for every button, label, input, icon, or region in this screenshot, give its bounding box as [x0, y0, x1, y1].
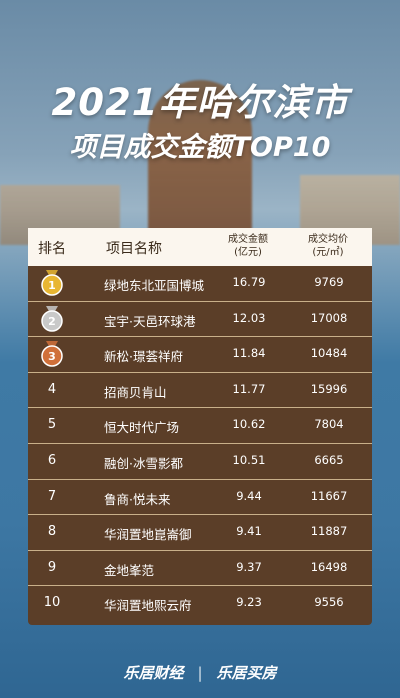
deal-amount: 9.37 — [236, 559, 262, 574]
column-header-price: 成交均价 (元/㎡) — [298, 233, 358, 259]
table-row: 3 新松·璟荟祥府 11.84 10484 — [28, 337, 372, 373]
brand-logo-lejucaijing: 乐居财经 — [123, 664, 184, 682]
page-title: 2021年哈尔滨市 — [51, 81, 349, 124]
deal-amount: 9.44 — [236, 488, 262, 503]
table-row: 7 鲁商·悦未来 9.44 11667 — [28, 480, 372, 516]
average-price: 11667 — [310, 488, 348, 503]
average-price: 10484 — [310, 346, 348, 361]
rank-number: 10 — [43, 595, 61, 611]
project-name: 金地峯范 — [104, 562, 155, 578]
deal-amount: 11.84 — [232, 346, 266, 361]
page-subtitle: 项目成交金额TOP10 — [69, 132, 331, 163]
rank-number: 4 — [47, 381, 57, 397]
rank-number: 7 — [47, 488, 57, 504]
svg-text:1: 1 — [48, 279, 56, 292]
table-row: 2 宝宇·天邑环球港 12.03 17008 — [28, 302, 372, 338]
average-price: 16498 — [310, 559, 348, 574]
table-header: 排名 项目名称 成交金额 (亿元) 成交均价 (元/㎡) — [28, 228, 372, 266]
deal-amount: 10.51 — [232, 452, 266, 467]
deal-amount: 12.03 — [232, 310, 266, 325]
average-price: 9556 — [314, 595, 344, 610]
project-name: 招商贝肯山 — [104, 384, 167, 400]
average-price: 15996 — [310, 381, 348, 396]
svg-text:3: 3 — [48, 350, 56, 363]
deal-amount: 11.77 — [232, 381, 266, 396]
silver-medal-icon: 2 — [40, 305, 64, 332]
brand-logo-lejumaifang: 乐居买房 — [216, 664, 277, 682]
bronze-medal-icon: 3 — [40, 341, 64, 367]
deal-amount: 9.23 — [236, 595, 262, 610]
average-price: 11887 — [310, 524, 348, 539]
project-name: 鲁商·悦未来 — [104, 491, 171, 507]
table-body: 1 绿地东北亚国博城 16.79 9769 2 宝宇·天邑环球港 12.03 17008 3 新松… — [28, 266, 372, 625]
project-name: 绿地东北亚国博城 — [104, 278, 205, 293]
rank-number: 6 — [47, 452, 57, 468]
average-price: 7804 — [314, 417, 344, 432]
rank-number: 5 — [47, 417, 57, 433]
average-price: 6665 — [314, 452, 344, 467]
svg-text:2: 2 — [48, 315, 56, 328]
column-header-name: 项目名称 — [106, 241, 162, 257]
project-name: 华润置地熙云府 — [104, 598, 192, 614]
deal-amount: 9.41 — [236, 524, 262, 539]
rank-number: 9 — [47, 559, 57, 575]
table-row: 9 金地峯范 9.37 16498 — [28, 551, 372, 587]
ranking-table: 排名 项目名称 成交金额 (亿元) 成交均价 (元/㎡) 1 绿地东北亚国博城 16… — [28, 228, 372, 625]
project-name: 恒大时代广场 — [104, 420, 180, 436]
table-row: 5 恒大时代广场 10.62 7804 — [28, 408, 372, 444]
average-price: 9769 — [314, 275, 344, 289]
column-header-price-label: 成交均价 — [308, 234, 348, 245]
table-row: 6 融创·冰雪影都 10.51 6665 — [28, 444, 372, 480]
column-header-amount: 成交金额 (亿元) — [218, 233, 278, 259]
column-header-amount-unit: (亿元) — [234, 247, 262, 258]
deal-amount: 16.79 — [232, 275, 266, 289]
table-row: 10 华润置地熙云府 9.23 9556 — [28, 586, 372, 621]
rank-number: 8 — [47, 524, 57, 540]
project-name: 融创·冰雪影都 — [104, 455, 183, 471]
table-row: 1 绿地东北亚国博城 16.79 9769 — [28, 266, 372, 302]
column-header-amount-label: 成交金额 — [228, 234, 268, 245]
footer-separator: | — [197, 664, 203, 682]
project-name: 华润置地崑崙御 — [104, 527, 192, 543]
table-row: 4 招商贝肯山 11.77 15996 — [28, 373, 372, 409]
project-name: 宝宇·天邑环球港 — [104, 313, 196, 329]
average-price: 17008 — [310, 310, 348, 325]
deal-amount: 10.62 — [232, 417, 266, 432]
column-header-price-unit: (元/㎡) — [312, 247, 344, 258]
table-row: 8 华润置地崑崙御 9.41 11887 — [28, 515, 372, 551]
footer-brands: 乐居财经 | 乐居买房 — [0, 662, 400, 683]
column-header-rank: 排名 — [38, 241, 66, 257]
gold-medal-icon: 1 — [40, 270, 64, 296]
project-name: 新松·璟荟祥府 — [104, 349, 183, 365]
